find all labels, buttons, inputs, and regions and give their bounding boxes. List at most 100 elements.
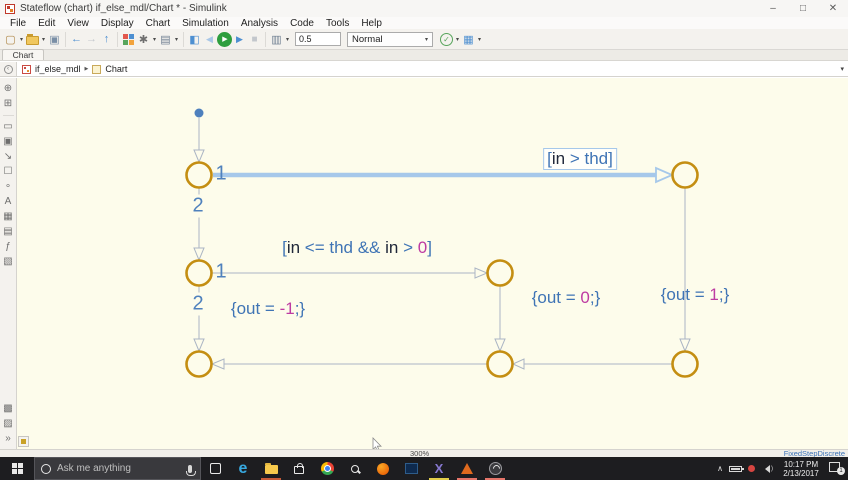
close-button[interactable]: ✕ bbox=[818, 0, 848, 17]
port-number-1-mid[interactable]: 1 bbox=[215, 261, 226, 284]
update-diagram-icon[interactable]: ✓ bbox=[439, 31, 454, 48]
run-button[interactable]: ▶ bbox=[217, 31, 232, 48]
palette-annotation-icon[interactable]: A bbox=[5, 196, 12, 208]
model-configuration-caret-icon[interactable]: ▾ bbox=[151, 36, 158, 43]
file-explorer-button[interactable] bbox=[257, 457, 285, 480]
port-number-1-top[interactable]: 1 bbox=[215, 163, 226, 186]
store-button[interactable] bbox=[285, 457, 313, 480]
palette-state-icon[interactable]: ▭ bbox=[3, 121, 12, 133]
menu-display[interactable]: Display bbox=[95, 18, 140, 29]
palette-fit-to-view-icon[interactable]: ⊞ bbox=[4, 98, 12, 110]
palette-symbols-icon[interactable]: ▨ bbox=[3, 418, 12, 430]
transition-label-action-out-neg1[interactable]: {out = -1;} bbox=[231, 299, 305, 319]
edge-button[interactable]: e bbox=[229, 457, 257, 480]
menu-edit[interactable]: Edit bbox=[32, 18, 61, 29]
navigate-back-icon[interactable]: ← bbox=[69, 31, 84, 48]
signal-connector-icon[interactable]: ◧ bbox=[187, 31, 202, 48]
action-center-button[interactable]: 1 bbox=[829, 462, 845, 475]
menu-tools[interactable]: Tools bbox=[320, 18, 355, 29]
palette-expand-icon[interactable]: » bbox=[5, 433, 11, 445]
palette-default-transition-icon[interactable]: ↘ bbox=[4, 151, 12, 163]
port-number-2-mid[interactable]: 2 bbox=[191, 292, 205, 316]
menu-simulation[interactable]: Simulation bbox=[176, 18, 235, 29]
step-forward-icon[interactable]: ▶ bbox=[232, 31, 247, 48]
update-diagram-caret-icon[interactable]: ▾ bbox=[454, 36, 461, 43]
start-button[interactable] bbox=[0, 457, 34, 480]
simulation-mode-select[interactable]: Normal ▾ bbox=[347, 31, 433, 47]
task-view-button[interactable] bbox=[201, 457, 229, 480]
battery-icon[interactable] bbox=[729, 465, 744, 472]
simulation-data-inspector-icon[interactable]: ▥ bbox=[269, 31, 284, 48]
open-model-caret-icon[interactable]: ▾ bbox=[40, 36, 47, 43]
microphone-icon[interactable] bbox=[186, 464, 196, 476]
palette-simulink-function-icon[interactable]: ▧ bbox=[3, 256, 12, 268]
new-model-icon[interactable]: ▢ bbox=[3, 31, 18, 48]
palette-connective-junction-icon[interactable]: ∘ bbox=[5, 181, 11, 193]
model-explorer-caret-icon[interactable]: ▾ bbox=[173, 36, 180, 43]
chrome-button[interactable] bbox=[313, 457, 341, 480]
junction-bottom-center[interactable] bbox=[486, 350, 514, 378]
palette-truth-table-icon[interactable]: ▤ bbox=[3, 226, 12, 238]
obs-button[interactable] bbox=[481, 457, 509, 480]
explorer-bar-toggle[interactable]: ‹ bbox=[0, 62, 17, 76]
step-back-icon[interactable]: ◀ bbox=[202, 31, 217, 48]
breadcrumb-model[interactable]: if_else_mdl bbox=[35, 64, 81, 74]
palette-explorer-bar-icon[interactable]: ▩ bbox=[3, 403, 12, 415]
palette-image-icon[interactable]: ▦ bbox=[3, 211, 12, 223]
solver-name[interactable]: FixedStepDiscrete bbox=[784, 450, 845, 458]
menu-chart[interactable]: Chart bbox=[140, 18, 176, 29]
library-browser-icon[interactable] bbox=[121, 31, 136, 48]
palette-zoom-icon[interactable]: ⊕ bbox=[4, 83, 12, 95]
vmware-button[interactable]: X bbox=[425, 457, 453, 480]
palette-matlab-function-icon[interactable]: ƒ bbox=[5, 241, 11, 253]
junction-bottom-left[interactable] bbox=[185, 350, 213, 378]
search-app-button[interactable] bbox=[341, 457, 369, 480]
junction-top-right[interactable] bbox=[671, 161, 699, 189]
orange-app-button[interactable] bbox=[369, 457, 397, 480]
console-app-button[interactable] bbox=[397, 457, 425, 480]
default-transition-origin-dot[interactable] bbox=[194, 108, 204, 118]
open-model-icon[interactable] bbox=[25, 31, 40, 48]
stop-time-input[interactable] bbox=[295, 32, 341, 46]
menu-analysis[interactable]: Analysis bbox=[235, 18, 284, 29]
matlab-button[interactable] bbox=[453, 457, 481, 480]
junction-top-left[interactable] bbox=[185, 161, 213, 189]
menu-help[interactable]: Help bbox=[355, 18, 388, 29]
transition-label-condition-in-le-thd[interactable]: [in <= thd && in > 0] bbox=[282, 238, 432, 258]
transition-label-action-out-0[interactable]: {out = 0;} bbox=[532, 288, 601, 308]
minimize-button[interactable]: – bbox=[758, 0, 788, 17]
model-browser-toggle[interactable] bbox=[18, 436, 29, 447]
menu-view[interactable]: View bbox=[61, 18, 95, 29]
breadcrumb-dropdown-icon[interactable]: ▾ bbox=[840, 65, 844, 73]
maximize-button[interactable]: □ bbox=[788, 0, 818, 17]
junction-mid-center[interactable] bbox=[486, 259, 514, 287]
window-title: Stateflow (chart) if_else_mdl/Chart * - … bbox=[20, 3, 227, 14]
build-icon[interactable]: ▦ bbox=[461, 31, 476, 48]
stop-icon[interactable]: ■ bbox=[247, 31, 262, 48]
model-configuration-icon[interactable]: ✱ bbox=[136, 31, 151, 48]
new-model-caret-icon[interactable]: ▾ bbox=[18, 36, 25, 43]
chart-canvas[interactable]: [in > thd] [in <= thd && in > 0] {out = … bbox=[17, 78, 848, 449]
clock[interactable]: 10:17 PM 2/13/2017 bbox=[779, 460, 823, 478]
cortana-search-box[interactable]: Ask me anything bbox=[34, 457, 201, 480]
model-explorer-icon[interactable]: ▤ bbox=[158, 31, 173, 48]
tray-expand-icon[interactable]: ∧ bbox=[717, 464, 723, 473]
menu-file[interactable]: File bbox=[4, 18, 32, 29]
junction-bottom-right[interactable] bbox=[671, 350, 699, 378]
build-caret-icon[interactable]: ▾ bbox=[476, 36, 483, 43]
tab-chart[interactable]: Chart bbox=[2, 49, 44, 60]
breadcrumb-chart[interactable]: Chart bbox=[105, 64, 127, 74]
recording-indicator-icon[interactable] bbox=[748, 465, 755, 472]
transition-label-condition-in-gt-thd[interactable]: [in > thd] bbox=[543, 148, 617, 170]
volume-button[interactable]: ) bbox=[761, 464, 773, 473]
sdi-caret-icon[interactable]: ▾ bbox=[284, 36, 291, 43]
save-icon[interactable]: ▣ bbox=[47, 31, 62, 48]
port-number-2-top[interactable]: 2 bbox=[191, 194, 205, 218]
junction-mid-left[interactable] bbox=[185, 259, 213, 287]
palette-subchart-icon[interactable]: ▣ bbox=[3, 136, 12, 148]
navigate-up-icon[interactable]: ↑ bbox=[99, 31, 114, 48]
transition-label-action-out-1[interactable]: {out = 1;} bbox=[661, 285, 730, 305]
navigate-forward-icon[interactable]: → bbox=[84, 31, 99, 48]
menu-code[interactable]: Code bbox=[284, 18, 320, 29]
palette-box-icon[interactable]: ☐ bbox=[4, 166, 13, 178]
